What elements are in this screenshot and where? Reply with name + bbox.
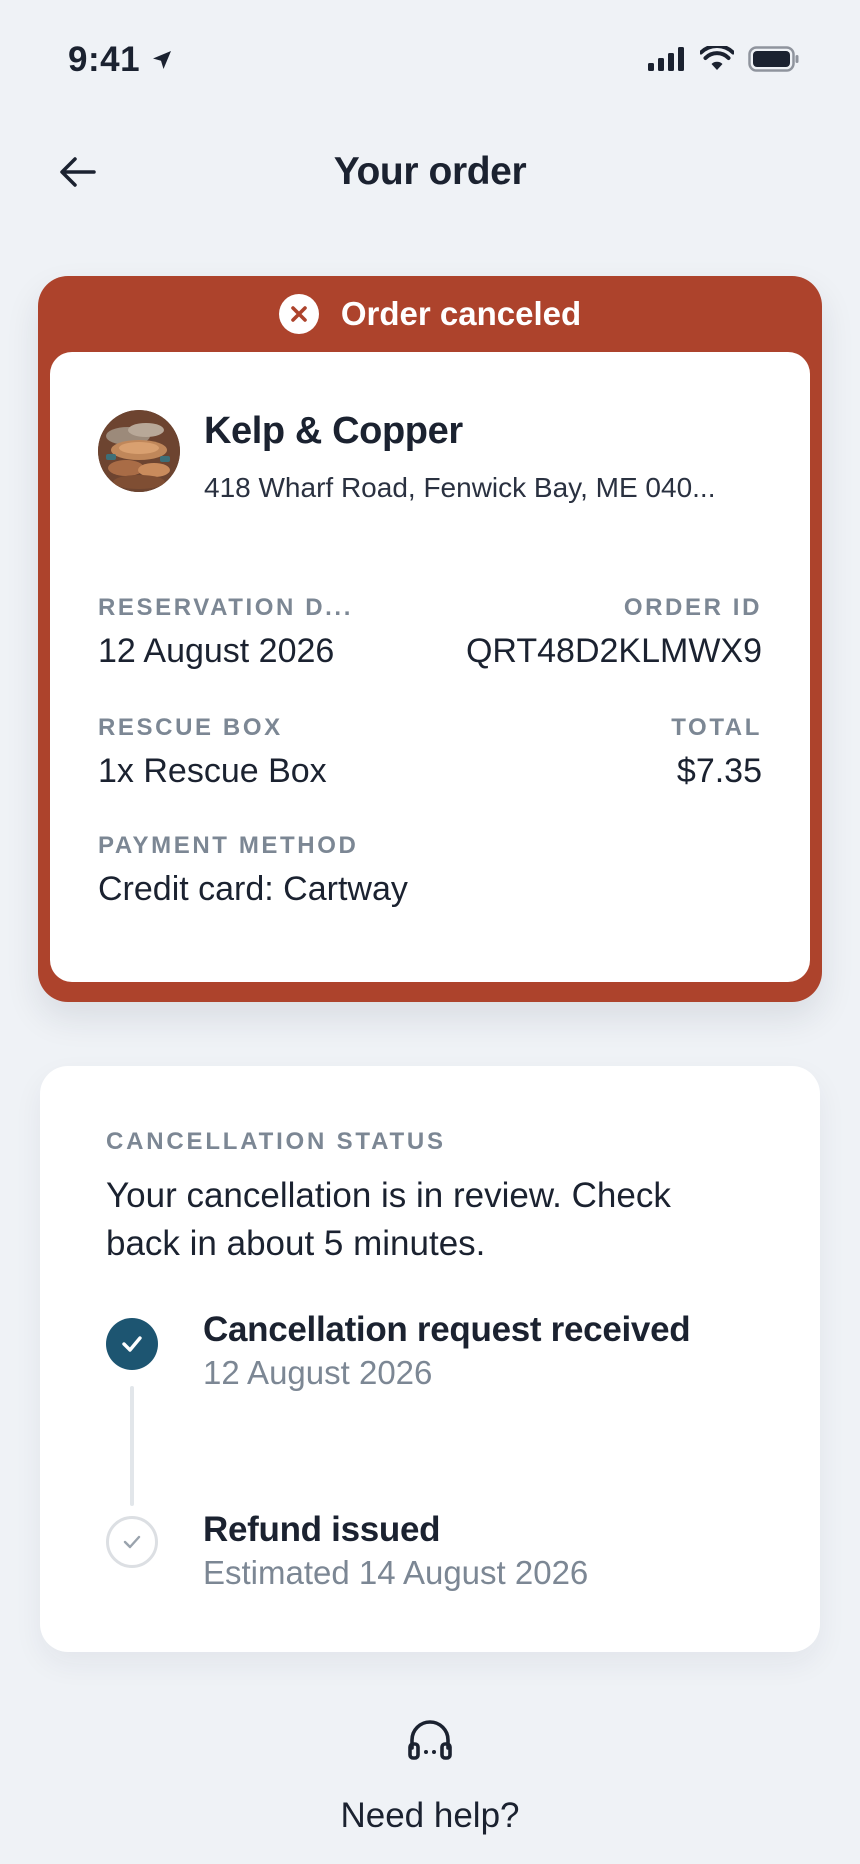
cellular-signal-icon bbox=[648, 47, 684, 71]
status-icons bbox=[648, 46, 800, 72]
step-title: Refund issued bbox=[203, 1510, 441, 1549]
step-title: Cancellation request received bbox=[203, 1310, 691, 1349]
item-label: RESCUE BOX bbox=[98, 714, 283, 741]
location-arrow-icon bbox=[153, 51, 172, 69]
status-time: 9:41 bbox=[68, 40, 174, 80]
total-value: $7.35 bbox=[676, 752, 762, 790]
cancellation-status-message: Your cancellation is in review. Check ba… bbox=[106, 1176, 671, 1263]
headset-icon bbox=[408, 1720, 452, 1760]
reservation-date-label: RESERVATION D... bbox=[98, 594, 353, 621]
order-status-banner: Order canceled bbox=[38, 276, 822, 352]
need-help-label: Need help? bbox=[340, 1796, 520, 1835]
store-name: Kelp & Copper bbox=[204, 410, 463, 452]
total-label: TOTAL bbox=[671, 714, 762, 741]
check-icon bbox=[122, 1336, 142, 1352]
order-status-text: Order canceled bbox=[340, 295, 582, 332]
step-subtitle: Estimated 14 August 2026 bbox=[203, 1554, 589, 1591]
need-help-button[interactable]: Need help? bbox=[0, 1716, 860, 1846]
order-details: Kelp & Copper 418 Wharf Road, Fenwick Ba… bbox=[50, 352, 810, 982]
check-icon bbox=[123, 1535, 141, 1549]
step-subtitle: 12 August 2026 bbox=[203, 1354, 433, 1391]
status-bar: 9:41 bbox=[0, 0, 860, 120]
cancellation-status-card: CANCELLATION STATUS Your cancellation is… bbox=[40, 1066, 820, 1652]
wifi-icon bbox=[700, 46, 734, 70]
clock-text: 9:41 bbox=[68, 40, 141, 79]
battery-icon bbox=[748, 46, 799, 72]
store-avatar bbox=[98, 410, 180, 492]
store-address: 418 Wharf Road, Fenwick Bay, ME 040... bbox=[204, 472, 716, 503]
step-pending-indicator bbox=[106, 1516, 158, 1568]
order-card: Order canceled Kelp & Copper 418 Wharf R… bbox=[38, 276, 822, 1002]
order-id-value: QRT48D2KLMWX9 bbox=[465, 632, 762, 670]
item-value: 1x Rescue Box bbox=[98, 752, 327, 790]
timeline-connector bbox=[130, 1386, 134, 1506]
reservation-date-value: 12 August 2026 bbox=[98, 632, 335, 670]
payment-method-value: Credit card: Cartway bbox=[98, 870, 408, 908]
close-circle-icon bbox=[278, 294, 319, 334]
step-done-indicator bbox=[106, 1318, 158, 1370]
page-title: Your order bbox=[333, 150, 527, 193]
cancellation-status-label: CANCELLATION STATUS bbox=[106, 1128, 446, 1155]
payment-method-label: PAYMENT METHOD bbox=[98, 832, 359, 859]
order-id-label: ORDER ID bbox=[623, 594, 762, 621]
